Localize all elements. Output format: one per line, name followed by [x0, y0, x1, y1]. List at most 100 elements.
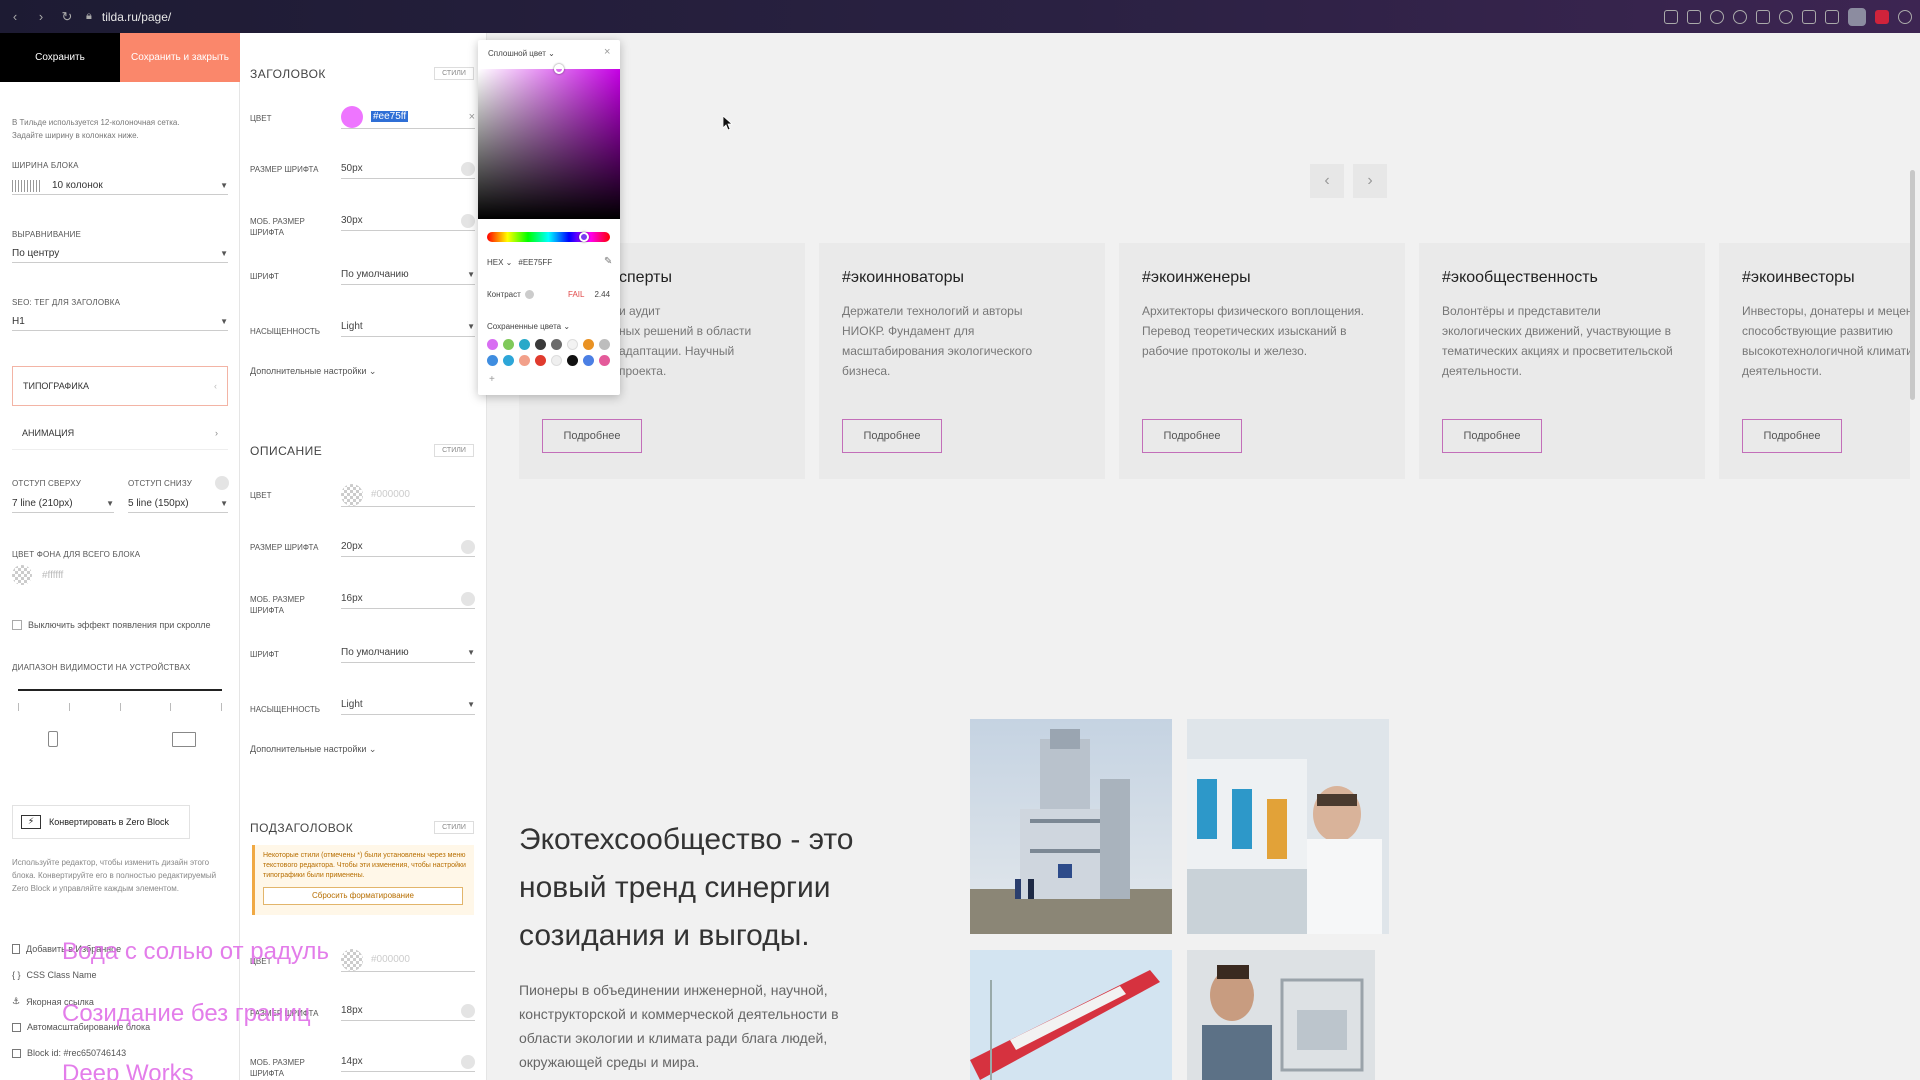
slider-next-button[interactable]: ›: [1353, 164, 1387, 198]
desc-font-select[interactable]: По умолчанию ▼: [341, 643, 475, 663]
card-more-button[interactable]: Подробнее: [542, 419, 642, 453]
animation-tab[interactable]: АНИМАЦИЯ ›: [12, 416, 228, 450]
hex-format-select[interactable]: HEX ⌄: [487, 258, 512, 267]
saved-color-swatch[interactable]: [487, 355, 498, 366]
hex-input[interactable]: #EE75FF: [518, 258, 552, 267]
card-description: и аудит ных решений в области адаптации.…: [619, 301, 799, 381]
css-class-row[interactable]: { } CSS Class Name: [12, 970, 97, 980]
share-icon[interactable]: [1664, 9, 1678, 24]
desc-color-field[interactable]: #000000: [341, 483, 475, 507]
padding-top-select[interactable]: 7 line (210px) ▼: [12, 495, 114, 513]
back-icon[interactable]: ‹: [4, 6, 26, 28]
reset-circle-icon[interactable]: [461, 539, 475, 554]
menu-icon[interactable]: [1825, 9, 1839, 24]
reset-circle-icon[interactable]: [461, 591, 475, 606]
block-width-select[interactable]: 10 колонок ▼: [12, 177, 228, 195]
sub-mob-font-size-input[interactable]: 14px: [341, 1052, 475, 1072]
save-button[interactable]: Сохранить: [0, 33, 120, 82]
desc-weight-select[interactable]: Light ▼: [341, 695, 475, 715]
align-select[interactable]: По центру ▼: [12, 245, 228, 263]
fill-mode-select[interactable]: Сплошной цвет ⌄: [488, 49, 555, 58]
address-bar[interactable]: tilda.ru/page/: [102, 10, 171, 24]
saved-color-swatch[interactable]: [519, 339, 530, 350]
desc-font-size-input[interactable]: 20px: [341, 537, 475, 557]
saturation-knob[interactable]: [554, 64, 564, 74]
heading-advanced-link[interactable]: Дополнительные настройки ⌄: [250, 366, 376, 377]
extension-red-icon[interactable]: [1875, 9, 1889, 24]
hue-slider[interactable]: [487, 232, 610, 242]
saved-color-swatch[interactable]: [567, 355, 578, 366]
page-scrollbar[interactable]: [1910, 170, 1915, 400]
saved-color-swatch[interactable]: [535, 355, 546, 366]
saved-color-swatch[interactable]: [487, 339, 498, 350]
seo-tag-select[interactable]: H1 ▼: [12, 313, 228, 331]
description-styles-button[interactable]: СТИЛИ: [434, 444, 474, 457]
heart-icon[interactable]: [1779, 9, 1793, 24]
padding-bottom-select[interactable]: 5 line (150px) ▼: [128, 495, 228, 513]
reset-circle-icon[interactable]: [461, 161, 475, 176]
saved-color-swatch[interactable]: [583, 355, 594, 366]
reset-formatting-button[interactable]: Сбросить форматирование: [263, 887, 463, 905]
card-more-button[interactable]: Подробнее: [1142, 419, 1242, 453]
reset-circle-icon[interactable]: [461, 1003, 475, 1018]
typography-tab[interactable]: ТИПОГРАФИКА ‹: [12, 366, 228, 406]
sub-font-size-input[interactable]: 18px: [341, 1001, 475, 1021]
heading-font-size-value: 50px: [341, 163, 363, 174]
slider-prev-button[interactable]: ‹: [1310, 164, 1344, 198]
sub-color-field[interactable]: #000000: [341, 948, 475, 972]
saved-color-swatch[interactable]: [567, 339, 578, 350]
scroll-effect-checkbox[interactable]: [12, 620, 22, 630]
bg-color-field[interactable]: #ffffff: [12, 565, 63, 585]
avatar[interactable]: [1848, 7, 1866, 26]
heading-font-select[interactable]: По умолчанию ▼: [341, 265, 475, 285]
info-icon[interactable]: [524, 290, 534, 299]
eyedropper-icon[interactable]: ✎: [604, 256, 612, 267]
saved-color-swatch[interactable]: [535, 339, 546, 350]
link-padding-icon[interactable]: [215, 476, 229, 490]
card-more-button[interactable]: Подробнее: [842, 419, 942, 453]
close-icon[interactable]: ×: [604, 46, 610, 58]
play-icon[interactable]: [1756, 9, 1770, 24]
download-icon[interactable]: [1802, 9, 1816, 24]
reset-circle-icon[interactable]: [461, 213, 475, 228]
subheading-styles-button[interactable]: СТИЛИ: [434, 821, 474, 834]
visibility-range-slider[interactable]: [18, 689, 222, 691]
vpn-icon[interactable]: [1733, 9, 1747, 24]
saved-color-swatch[interactable]: [519, 355, 530, 366]
saved-color-swatch[interactable]: [599, 355, 610, 366]
card-more-button[interactable]: Подробнее: [1742, 419, 1842, 453]
heading-mob-font-size-input[interactable]: 30px: [341, 211, 475, 231]
convert-zero-block-button[interactable]: ⚡︎ Конвертировать в Zero Block: [12, 805, 190, 839]
heading-color-field[interactable]: #ee75ff ×: [341, 105, 475, 129]
heading-font-size-input[interactable]: 50px: [341, 159, 475, 179]
heading-styles-button[interactable]: СТИЛИ: [434, 67, 474, 80]
saved-color-swatch[interactable]: [551, 339, 562, 350]
heading-color-value[interactable]: #ee75ff: [371, 111, 409, 122]
shield-icon[interactable]: [1710, 9, 1724, 24]
saved-color-swatch[interactable]: [503, 339, 514, 350]
hue-knob[interactable]: [579, 232, 589, 242]
saved-color-swatch[interactable]: [599, 339, 610, 350]
scroll-effect-row[interactable]: Выключить эффект появления при скролле: [12, 620, 211, 630]
heading-weight-select[interactable]: Light ▼: [341, 317, 475, 337]
saved-color-swatch[interactable]: [503, 355, 514, 366]
saved-color-swatch[interactable]: [583, 339, 594, 350]
card-more-button[interactable]: Подробнее: [1442, 419, 1542, 453]
reset-circle-icon[interactable]: [461, 1054, 475, 1069]
warning-text: Некоторые стили (отмечены *) были устано…: [263, 852, 466, 879]
add-color-icon[interactable]: +: [489, 374, 495, 385]
heading-color-swatch[interactable]: [341, 105, 363, 128]
save-close-button[interactable]: Сохранить и закрыть: [120, 33, 240, 82]
card-description: Архитекторы физического воплощения. Пере…: [1142, 304, 1365, 358]
forward-icon[interactable]: ›: [30, 6, 52, 28]
camera-icon[interactable]: [1687, 9, 1701, 24]
desc-mob-font-size-input[interactable]: 16px: [341, 589, 475, 609]
saved-color-swatch[interactable]: [551, 355, 562, 366]
reload-icon[interactable]: ↻: [56, 6, 78, 28]
transparent-swatch-icon: [12, 565, 32, 585]
desc-advanced-link[interactable]: Дополнительные настройки ⌄: [250, 744, 376, 755]
saturation-value-area[interactable]: [478, 69, 620, 219]
clear-icon[interactable]: ×: [469, 111, 475, 123]
settings-icon[interactable]: [1898, 9, 1912, 24]
saved-colors-toggle[interactable]: Сохраненные цвета ⌄: [487, 322, 570, 331]
